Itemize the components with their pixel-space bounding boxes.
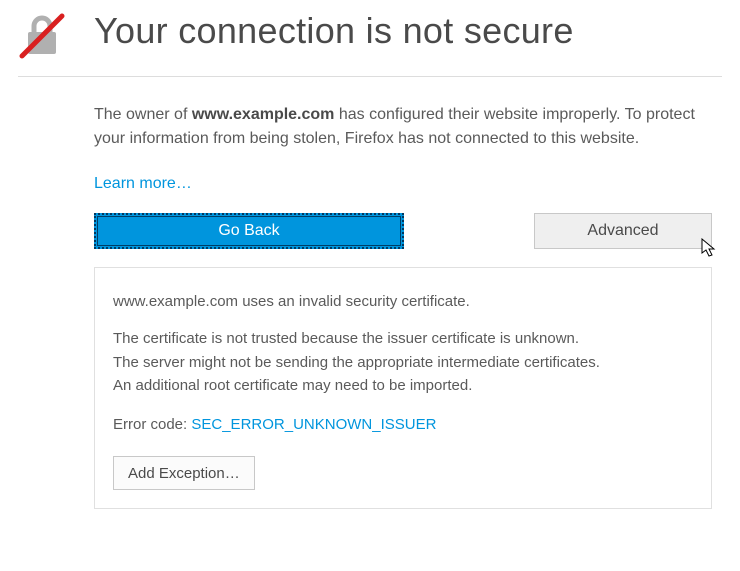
- error-header: Your connection is not secure: [18, 10, 722, 77]
- advanced-button-label: Advanced: [587, 222, 658, 239]
- details-line-not-trusted: The certificate is not trusted because t…: [113, 330, 579, 347]
- error-code-link[interactable]: SEC_ERROR_UNKNOWN_ISSUER: [191, 416, 436, 433]
- button-row: Go Back Advanced: [94, 213, 712, 249]
- desc-prefix: The owner of: [94, 106, 192, 123]
- advanced-button[interactable]: Advanced: [534, 213, 712, 249]
- learn-more-link[interactable]: Learn more…: [94, 175, 192, 193]
- details-line-invalid-cert: www.example.com uses an invalid security…: [113, 290, 693, 313]
- error-code-line: Error code: SEC_ERROR_UNKNOWN_ISSUER: [113, 413, 693, 436]
- advanced-details-panel: www.example.com uses an invalid security…: [94, 267, 712, 509]
- add-exception-button[interactable]: Add Exception…: [113, 456, 255, 490]
- details-line-root: An additional root certificate may need …: [113, 377, 472, 394]
- insecure-lock-icon: [18, 12, 66, 60]
- details-reason-group: The certificate is not trusted because t…: [113, 327, 693, 397]
- details-line-intermediate: The server might not be sending the appr…: [113, 354, 600, 371]
- error-title: Your connection is not secure: [94, 10, 574, 52]
- error-description: The owner of www.example.com has configu…: [94, 103, 722, 151]
- error-code-label: Error code:: [113, 416, 191, 433]
- cursor-icon: [701, 238, 717, 258]
- error-content: The owner of www.example.com has configu…: [94, 103, 722, 509]
- go-back-button[interactable]: Go Back: [94, 213, 404, 249]
- desc-domain: www.example.com: [192, 106, 335, 123]
